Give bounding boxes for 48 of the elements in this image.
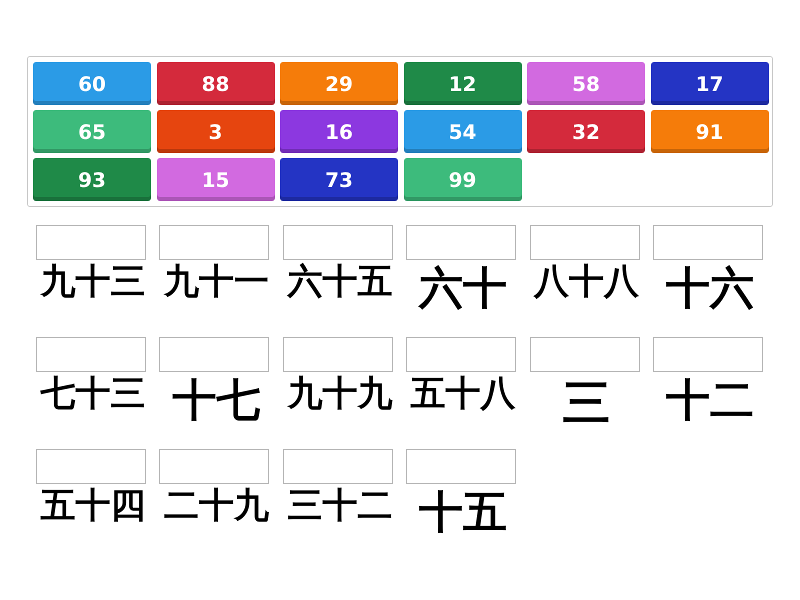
number-tile[interactable]: 54 <box>404 110 522 153</box>
number-tile[interactable]: 15 <box>156 158 274 201</box>
chinese-numeral: 七十三 <box>39 373 146 416</box>
chinese-numeral: 三十二 <box>286 485 394 528</box>
answer-box[interactable] <box>282 337 393 372</box>
number-tile[interactable]: 99 <box>404 158 522 201</box>
number-tile[interactable]: 60 <box>33 62 151 105</box>
answer-box[interactable] <box>36 225 146 260</box>
number-tile[interactable]: 58 <box>527 62 645 105</box>
chinese-numeral: 九十三 <box>39 261 146 304</box>
number-tile[interactable]: 3 <box>156 110 274 153</box>
answer-box[interactable] <box>530 337 640 372</box>
chinese-numeral: 十六 <box>664 262 755 316</box>
answer-box[interactable] <box>159 337 270 372</box>
answer-box[interactable] <box>652 225 763 260</box>
chinese-numeral: 九十九 <box>286 373 394 416</box>
number-tile[interactable]: 88 <box>156 62 274 105</box>
chinese-numeral: 十二 <box>664 374 755 428</box>
number-tile[interactable]: 29 <box>280 62 398 105</box>
chinese-numeral: 三 <box>562 374 612 433</box>
chinese-numeral: 六十 <box>417 262 508 316</box>
number-tile[interactable]: 73 <box>280 158 398 201</box>
number-tile[interactable]: 12 <box>404 62 522 105</box>
chinese-numeral: 六十五 <box>286 261 394 304</box>
chinese-numeral: 五十八 <box>410 373 517 416</box>
number-tile[interactable]: 16 <box>280 110 398 153</box>
answer-box[interactable] <box>530 225 640 260</box>
answer-box[interactable] <box>406 449 516 484</box>
answer-box[interactable] <box>406 337 516 372</box>
chinese-numeral: 二十九 <box>162 485 270 528</box>
answer-box[interactable] <box>652 337 763 372</box>
number-tile[interactable]: 32 <box>527 110 645 153</box>
number-tile[interactable]: 93 <box>33 158 151 201</box>
chinese-numeral: 十五 <box>418 486 508 540</box>
answer-box[interactable] <box>36 449 146 484</box>
number-tile[interactable]: 91 <box>650 110 768 153</box>
chinese-numeral: 九十一 <box>162 261 270 304</box>
chinese-numeral: 八十八 <box>532 261 640 304</box>
number-tile[interactable]: 17 <box>650 62 768 105</box>
answer-box[interactable] <box>282 225 393 260</box>
number-tile[interactable]: 65 <box>33 110 151 153</box>
answer-box[interactable] <box>406 225 516 260</box>
chinese-numeral: 五十四 <box>40 485 146 528</box>
answer-box[interactable] <box>159 449 270 484</box>
answer-box[interactable] <box>159 225 270 260</box>
answer-box[interactable] <box>36 337 146 372</box>
answer-box[interactable] <box>282 449 393 484</box>
chinese-numeral: 十七 <box>171 374 262 428</box>
